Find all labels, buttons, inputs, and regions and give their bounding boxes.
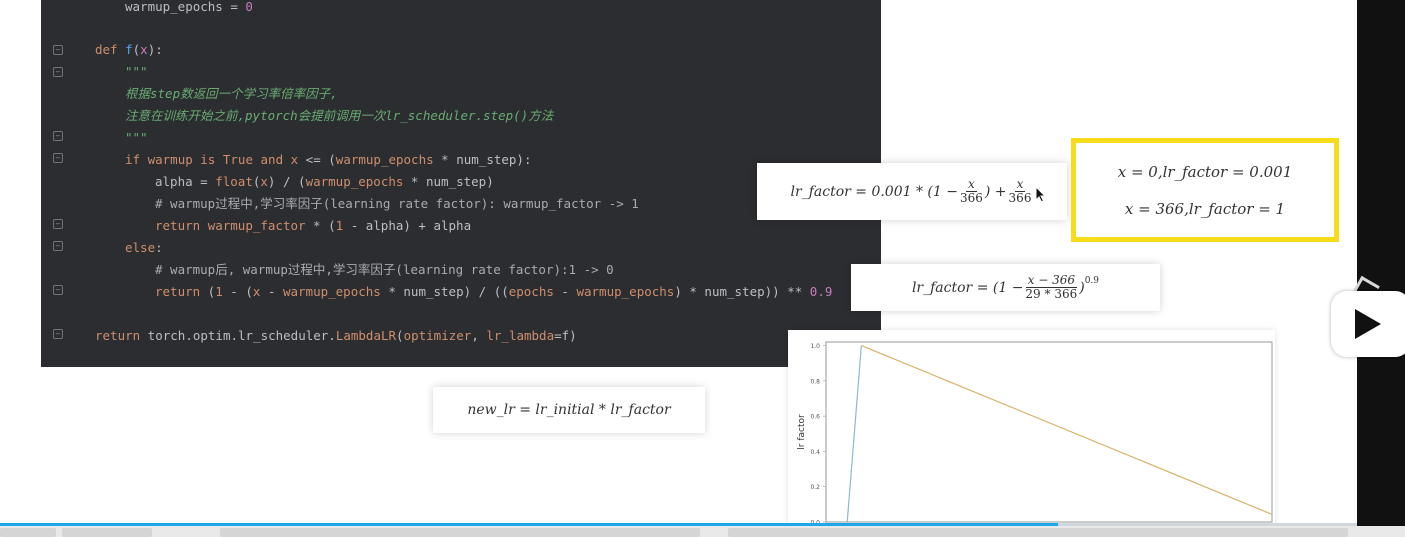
- fold-icon[interactable]: −: [53, 67, 63, 77]
- fold-icon[interactable]: −: [53, 153, 63, 163]
- formula-decay-exponent: 0.9: [1084, 276, 1100, 286]
- play-icon: [1355, 309, 1381, 339]
- endpoints-highlight-box: x = 0,lr_factor = 0.001 x = 366,lr_facto…: [1071, 138, 1339, 242]
- endpoint-peak: x = 366,lr_factor = 1: [1124, 200, 1286, 218]
- code-line-warmup-epochs[interactable]: warmup_epochs = 0: [125, 0, 253, 15]
- formula-new-lr: new_lr = lr_initial * lr_factor: [433, 387, 705, 433]
- play-button[interactable]: [1331, 291, 1405, 357]
- fold-icon[interactable]: −: [53, 131, 63, 141]
- code-editor[interactable]: − − − − − − − − warmup_epochs = 0 def f(…: [41, 0, 881, 367]
- endpoint-start: x = 0,lr_factor = 0.001: [1117, 163, 1293, 181]
- fold-icon[interactable]: −: [53, 241, 63, 251]
- taskbar-item[interactable]: [220, 528, 700, 537]
- formula-warmup-mid: ) +: [984, 183, 1007, 200]
- code-line-return-1[interactable]: return warmup_factor * (1 - alpha) + alp…: [155, 218, 471, 234]
- video-side-strip: [1357, 0, 1405, 537]
- chart-plot-frame: [825, 341, 1273, 523]
- code-line-alpha[interactable]: alpha = float(x) / (warmup_epochs * num_…: [155, 174, 494, 190]
- taskbar-item[interactable]: [62, 528, 152, 537]
- chart-svg: 0.00.20.40.60.81.06000800010000lr factor: [797, 341, 1273, 526]
- code-line-doc-2[interactable]: 注意在训练开始之前,pytorch会提前调用一次lr_scheduler.ste…: [125, 108, 553, 124]
- series-line-1: [861, 344, 1272, 515]
- formula-decay: lr_factor = (1 − x − 366 29 * 366 ) 0.9: [851, 264, 1160, 311]
- fold-icon[interactable]: −: [53, 219, 63, 229]
- formula-warmup-lhs: lr_factor = 0.001 * (1 −: [790, 183, 958, 200]
- code-line-return-2[interactable]: return (1 - (x - warmup_epochs * num_ste…: [155, 284, 832, 300]
- code-line-def[interactable]: def f(x):: [95, 42, 163, 58]
- y-tick-label: 0.6: [810, 414, 820, 421]
- fold-icon[interactable]: −: [53, 329, 63, 339]
- code-line-comment-2[interactable]: # warmup后, warmup过程中,学习率因子(learning rate…: [155, 262, 614, 278]
- formula-warmup: lr_factor = 0.001 * (1 − x 366 ) + x 366: [757, 163, 1067, 220]
- code-line-docstring-open[interactable]: """: [125, 64, 148, 80]
- mouse-cursor-icon: [1035, 186, 1047, 203]
- editor-gutter: − − − − − − − −: [41, 0, 79, 367]
- taskbar-item[interactable]: [0, 528, 56, 537]
- code-line-doc-1[interactable]: 根据step数返回一个学习率倍率因子,: [125, 86, 338, 102]
- lr-factor-chart: 0.00.20.40.60.81.06000800010000lr factor: [788, 330, 1275, 526]
- fraction: x 366: [1008, 177, 1032, 205]
- y-tick-label: 1.0: [810, 343, 820, 350]
- fold-icon[interactable]: −: [53, 45, 63, 55]
- y-tick-label: 0.8: [810, 378, 820, 385]
- code-line-if[interactable]: if warmup is True and x <= (warmup_epoch…: [125, 152, 531, 168]
- fraction: x − 366 29 * 366: [1025, 273, 1078, 301]
- fold-icon[interactable]: −: [53, 285, 63, 295]
- fraction: x 366: [959, 177, 983, 205]
- code-line-return-final[interactable]: return torch.optim.lr_scheduler.LambdaLR…: [95, 328, 577, 344]
- taskbar-item[interactable]: [728, 528, 1348, 537]
- series-line-0: [846, 345, 862, 522]
- code-line-else[interactable]: else:: [125, 240, 163, 256]
- code-line-comment-1[interactable]: # warmup过程中,学习率因子(learning rate factor):…: [155, 196, 639, 212]
- y-tick-label: 0.4: [810, 449, 820, 456]
- formula-decay-lhs: lr_factor = (1 −: [911, 279, 1024, 296]
- bottom-taskbar: [0, 526, 1405, 537]
- y-axis-label: lr factor: [797, 414, 807, 450]
- y-tick-label: 0.2: [810, 484, 820, 491]
- code-line-docstring-close[interactable]: """: [125, 130, 148, 146]
